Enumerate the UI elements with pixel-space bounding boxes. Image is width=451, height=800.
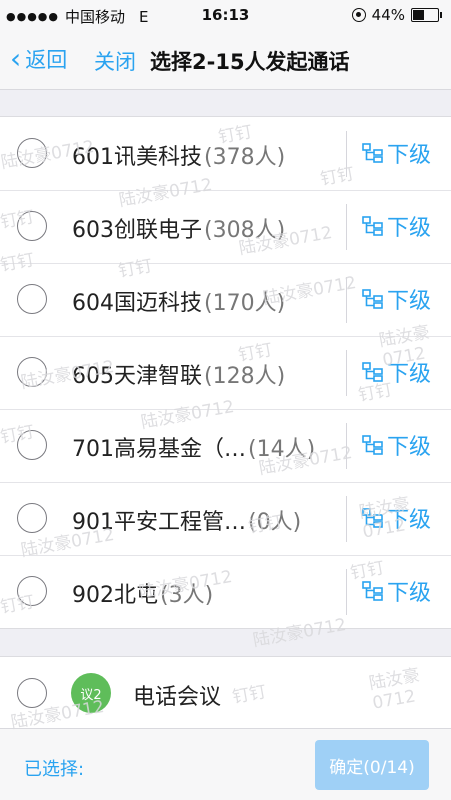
department-row[interactable]: 701高易基金（…(14人) 下级 bbox=[0, 409, 451, 482]
subordinate-label: 下级 bbox=[387, 508, 432, 533]
member-count: (170人) bbox=[204, 291, 286, 316]
close-button[interactable]: 关闭 bbox=[94, 46, 136, 76]
department-row[interactable]: 902北屯(3人) 下级 bbox=[0, 555, 451, 628]
conference-row[interactable]: 议2 电话会议 bbox=[0, 657, 451, 729]
department-row[interactable]: 603创联电子(308人) 下级 bbox=[0, 190, 451, 263]
subordinate-label: 下级 bbox=[387, 362, 432, 387]
department-name: 701高易基金（…(14人) bbox=[72, 437, 316, 462]
battery-percent: 44% bbox=[371, 6, 405, 24]
org-tree-icon bbox=[362, 289, 384, 309]
department-name: 901平安工程管…(0人) bbox=[72, 510, 302, 535]
org-tree-icon bbox=[362, 362, 384, 382]
battery-icon bbox=[411, 8, 442, 22]
org-tree-icon bbox=[362, 216, 384, 236]
select-radio[interactable] bbox=[17, 430, 47, 460]
subordinate-button[interactable]: 下级 bbox=[362, 429, 431, 461]
select-radio[interactable] bbox=[17, 357, 47, 387]
select-radio[interactable] bbox=[17, 503, 47, 533]
org-tree-icon bbox=[362, 143, 384, 163]
org-tree-icon bbox=[362, 435, 384, 455]
subordinate-button[interactable]: 下级 bbox=[362, 210, 431, 242]
subordinate-label: 下级 bbox=[387, 581, 432, 606]
subordinate-label: 下级 bbox=[387, 143, 432, 168]
department-name: 604国迈科技(170人) bbox=[72, 291, 286, 316]
row-divider bbox=[346, 423, 347, 469]
subordinate-label: 下级 bbox=[387, 435, 432, 460]
department-row[interactable]: 601讯美科技(378人) 下级 bbox=[0, 117, 451, 190]
department-row[interactable]: 901平安工程管…(0人) 下级 bbox=[0, 482, 451, 555]
row-divider bbox=[346, 277, 347, 323]
subordinate-button[interactable]: 下级 bbox=[362, 283, 431, 315]
select-radio[interactable] bbox=[17, 138, 47, 168]
selected-label: 已选择: bbox=[24, 759, 85, 780]
nav-bar: ‹ 返回 关闭 选择2-15人发起通话 bbox=[0, 30, 451, 90]
bottom-bar: 已选择: 确定(0/14) bbox=[0, 728, 451, 800]
member-count: (14人) bbox=[248, 437, 316, 462]
chevron-left-icon: ‹ bbox=[10, 42, 22, 75]
subordinate-label: 下级 bbox=[387, 216, 432, 241]
page-title: 选择2-15人发起通话 bbox=[150, 50, 350, 74]
department-name: 902北屯(3人) bbox=[72, 583, 214, 608]
department-list: 601讯美科技(378人) 下级 603创联电子(308人) 下级 604国迈科… bbox=[0, 116, 451, 629]
confirm-button[interactable]: 确定(0/14) bbox=[315, 740, 429, 790]
select-radio[interactable] bbox=[17, 211, 47, 241]
select-radio[interactable] bbox=[17, 576, 47, 606]
rotation-lock-icon bbox=[351, 8, 366, 22]
back-button[interactable]: ‹ 返回 bbox=[10, 44, 67, 74]
member-count: (308人) bbox=[204, 218, 286, 243]
org-tree-icon bbox=[362, 581, 384, 601]
select-radio[interactable] bbox=[17, 284, 47, 314]
subordinate-button[interactable]: 下级 bbox=[362, 356, 431, 388]
subordinate-button[interactable]: 下级 bbox=[362, 575, 431, 607]
conference-badge: 议2 bbox=[71, 673, 111, 713]
department-name: 603创联电子(308人) bbox=[72, 218, 286, 243]
department-row[interactable]: 604国迈科技(170人) 下级 bbox=[0, 263, 451, 336]
member-count: (378人) bbox=[204, 145, 286, 170]
conference-group: 议2 电话会议 bbox=[0, 656, 451, 730]
status-bar: ●●●●● 中国移动 E 16:13 44% bbox=[0, 0, 451, 30]
conference-name: 电话会议 bbox=[133, 685, 222, 710]
status-right: 44% bbox=[351, 6, 442, 24]
subordinate-button[interactable]: 下级 bbox=[362, 502, 431, 534]
select-radio[interactable] bbox=[17, 678, 47, 708]
department-name: 605天津智联(128人) bbox=[72, 364, 286, 389]
subordinate-button[interactable]: 下级 bbox=[362, 137, 431, 169]
department-row[interactable]: 605天津智联(128人) 下级 bbox=[0, 336, 451, 409]
row-divider bbox=[346, 131, 347, 177]
org-tree-icon bbox=[362, 508, 384, 528]
member-count: (0人) bbox=[248, 510, 302, 535]
subordinate-label: 下级 bbox=[387, 289, 432, 314]
member-count: (128人) bbox=[204, 364, 286, 389]
row-divider bbox=[346, 350, 347, 396]
back-label: 返回 bbox=[25, 48, 68, 72]
row-divider bbox=[346, 569, 347, 615]
row-divider bbox=[346, 204, 347, 250]
row-divider bbox=[346, 496, 347, 542]
member-count: (3人) bbox=[160, 583, 214, 608]
department-name: 601讯美科技(378人) bbox=[72, 145, 286, 170]
